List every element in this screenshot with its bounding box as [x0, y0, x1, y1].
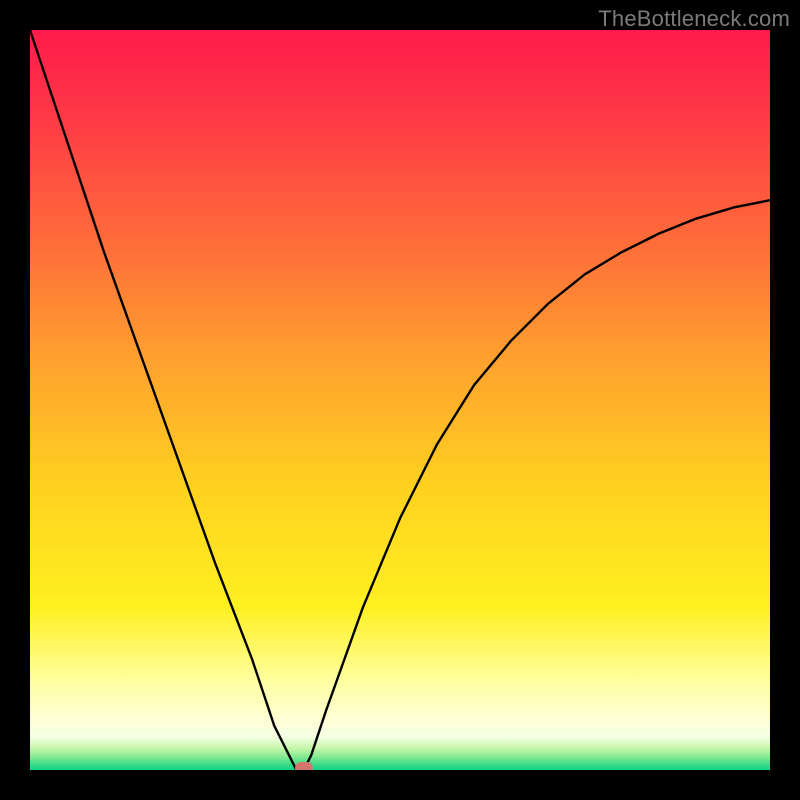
chart-frame: TheBottleneck.com	[0, 0, 800, 800]
chart-svg	[30, 30, 770, 770]
plot-area	[30, 30, 770, 770]
optimum-marker	[295, 762, 313, 770]
gradient-background	[30, 30, 770, 770]
watermark-text: TheBottleneck.com	[598, 6, 790, 32]
